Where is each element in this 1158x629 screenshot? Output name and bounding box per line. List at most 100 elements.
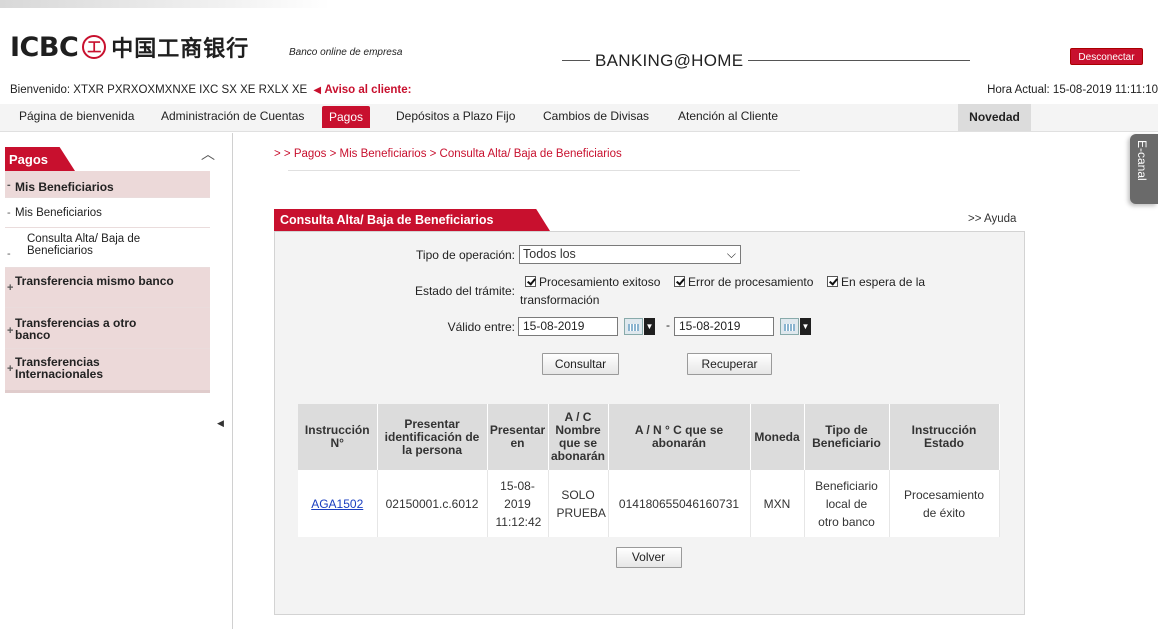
customer-notice-link[interactable]: Aviso al cliente: (324, 84, 411, 96)
account-number-cell: 014180655046160731 (608, 470, 751, 537)
chevron-down-icon: ⌵ (726, 247, 736, 261)
status-option-wrap: transformación (520, 293, 600, 307)
status-label: Estado del trámite: (414, 284, 515, 298)
person-id-cell: 02150001.c.6012 (377, 470, 488, 537)
column-header: Instrucción N° (298, 404, 378, 470)
sidebar-item-transferencia-mismo-banco[interactable]: + Transferencia mismo banco (5, 268, 210, 308)
status-success-checkbox[interactable]: Procesamiento exitoso (525, 275, 660, 289)
status-option-label: En espera de la (841, 275, 926, 289)
date-separator: - (666, 318, 670, 332)
logout-button[interactable]: Desconectar (1070, 48, 1143, 65)
date-to-calendar[interactable]: ▼ (780, 318, 814, 335)
sidebar-item-transferencias-otro-banco[interactable]: + Transferencias a otro banco (5, 308, 210, 349)
nav-exchange[interactable]: Cambios de Divisas (543, 109, 649, 123)
nav-support[interactable]: Atención al Cliente (678, 109, 778, 123)
beneficiary-type-cell: Beneficiario local de otro banco (804, 470, 890, 537)
sidebar-item-mis-beneficiarios-section[interactable]: - Mis Beneficiarios (5, 171, 210, 198)
results-table: Instrucción N° Presentar identificación … (298, 404, 1000, 577)
checkbox-checked-icon (674, 276, 685, 287)
table-row: AGA1502 02150001.c.6012 15-08-2019 11:12… (298, 470, 1000, 537)
current-time: Hora Actual: 15-08-2019 11:11:10 (987, 84, 1158, 96)
collapse-sidebar-icon[interactable]: ◀ (217, 418, 224, 429)
nav-payments[interactable]: Pagos (322, 106, 371, 128)
column-header: Moneda (750, 404, 805, 470)
instruction-cell: AGA1502 (298, 470, 378, 537)
column-header: A / N ° C que se abonarán (608, 404, 751, 470)
status-pending-checkbox[interactable]: En espera de la (827, 275, 925, 289)
sidebar-item-label: Mis Beneficiarios (15, 180, 114, 194)
date-range-label: Válido entre: (447, 320, 515, 334)
table-footer-row: Volver (298, 537, 999, 577)
status-option-label: Procesamiento exitoso (539, 275, 661, 289)
sidebar-item-label: Mis Beneficiarios (15, 207, 102, 219)
date-from-input[interactable]: 15-08-2019 (518, 317, 618, 336)
panel-title: Consulta Alta/ Baja de Beneficiarios (274, 209, 550, 231)
column-header: Tipo de Beneficiario (804, 404, 890, 470)
breadcrumb-divider (288, 170, 800, 171)
column-header: A / C Nombre que se abonarán (548, 404, 609, 470)
sidebar-item-mis-beneficiarios[interactable]: - Mis Beneficiarios (5, 198, 210, 228)
tagline: Banco online de empresa (289, 47, 403, 58)
logo-seal-icon: 工 (82, 35, 107, 59)
status-option-label: Error de procesamiento (688, 275, 814, 289)
main-nav: Página de bienvenida Administración de C… (0, 104, 1158, 132)
nav-accounts[interactable]: Administración de Cuentas (161, 109, 304, 123)
column-header: Presentar en (487, 404, 549, 470)
item-marker: - (7, 207, 11, 219)
logo-chinese-name: 中国工商银行 (111, 37, 250, 62)
calendar-icon (780, 318, 799, 335)
nav-deposits[interactable]: Depósitos a Plazo Fijo (396, 109, 515, 123)
submitted-cell: 15-08-2019 11:12:42 (487, 470, 549, 537)
column-header: Instrucción Estado (889, 404, 1000, 470)
sidebar-divider (232, 133, 233, 629)
item-marker: - (7, 248, 11, 260)
column-header: Presentar identificación de la persona (377, 404, 488, 470)
expand-marker: + (7, 325, 14, 337)
e-canal-label: E-canal (1135, 140, 1149, 181)
dropdown-arrow-icon: ▼ (644, 318, 655, 335)
sidebar-header: Pagos ︿ (5, 144, 232, 171)
sidebar-item-label: Transferencias Internacionales (15, 355, 104, 381)
operation-type-select[interactable]: Todos los ⌵ (519, 245, 741, 264)
checkbox-checked-icon (827, 276, 838, 287)
sidebar: Pagos ︿ - Mis Beneficiarios - Mis Benefi… (0, 140, 232, 629)
checkbox-checked-icon (525, 276, 536, 287)
top-shade (0, 0, 330, 8)
brand-title: BANKING@HOME (590, 51, 749, 71)
date-to-input[interactable]: 15-08-2019 (674, 317, 774, 336)
nav-welcome[interactable]: Página de bienvenida (19, 109, 134, 123)
back-button[interactable]: Volver (615, 546, 682, 568)
sidebar-item-label: Consulta Alta/ Baja de Beneficiarios (27, 233, 141, 257)
calendar-icon (624, 318, 643, 335)
sidebar-item-label: Transferencia mismo banco (15, 274, 174, 288)
welcome-text: Bienvenido: XTXR PXRXOXMXNXE IXC SX XE R… (10, 84, 308, 96)
status-cell: Procesamiento de éxito (889, 470, 1000, 537)
sidebar-menu: - Mis Beneficiarios - Mis Beneficiarios … (5, 171, 210, 393)
account-name-cell: SOLO PRUEBA (548, 470, 609, 537)
currency-cell: MXN (750, 470, 805, 537)
welcome-bar: Bienvenido: XTXR PXRXOXMXNXE IXC SX XE R… (10, 84, 411, 96)
search-button[interactable]: Consultar (542, 353, 619, 375)
logo-text: ICBC (10, 31, 79, 63)
help-link[interactable]: >> Ayuda (968, 213, 1016, 225)
bank-logo: ICBC 工 中国工商银行 (10, 31, 250, 63)
date-from-calendar[interactable]: ▼ (624, 318, 658, 335)
reset-button[interactable]: Recuperar (687, 353, 772, 375)
chevron-up-icon[interactable]: ︿ (201, 144, 215, 164)
status-error-checkbox[interactable]: Error de procesamiento (674, 275, 813, 289)
expand-marker: + (7, 282, 14, 294)
collapse-marker: - (7, 179, 11, 191)
speaker-icon: ◀ (313, 85, 322, 96)
breadcrumb: > > Pagos > Mis Beneficiarios > Consulta… (274, 148, 622, 160)
e-canal-tab[interactable]: E-canal (1130, 134, 1158, 204)
table-footer: Volver (298, 537, 999, 577)
nav-news[interactable]: Novedad (958, 104, 1031, 131)
operation-label: Tipo de operación: (416, 248, 515, 262)
dropdown-arrow-icon: ▼ (800, 318, 811, 335)
operation-type-value: Todos los (523, 247, 576, 261)
table-header-row: Instrucción N° Presentar identificación … (298, 404, 1000, 470)
instruction-link[interactable]: AGA1502 (311, 497, 363, 511)
sidebar-item-transferencias-internacionales[interactable]: + Transferencias Internacionales (5, 349, 210, 393)
sidebar-title: Pagos (5, 147, 75, 171)
sidebar-item-consulta-alta-baja[interactable]: - Consulta Alta/ Baja de Beneficiarios (5, 228, 210, 268)
